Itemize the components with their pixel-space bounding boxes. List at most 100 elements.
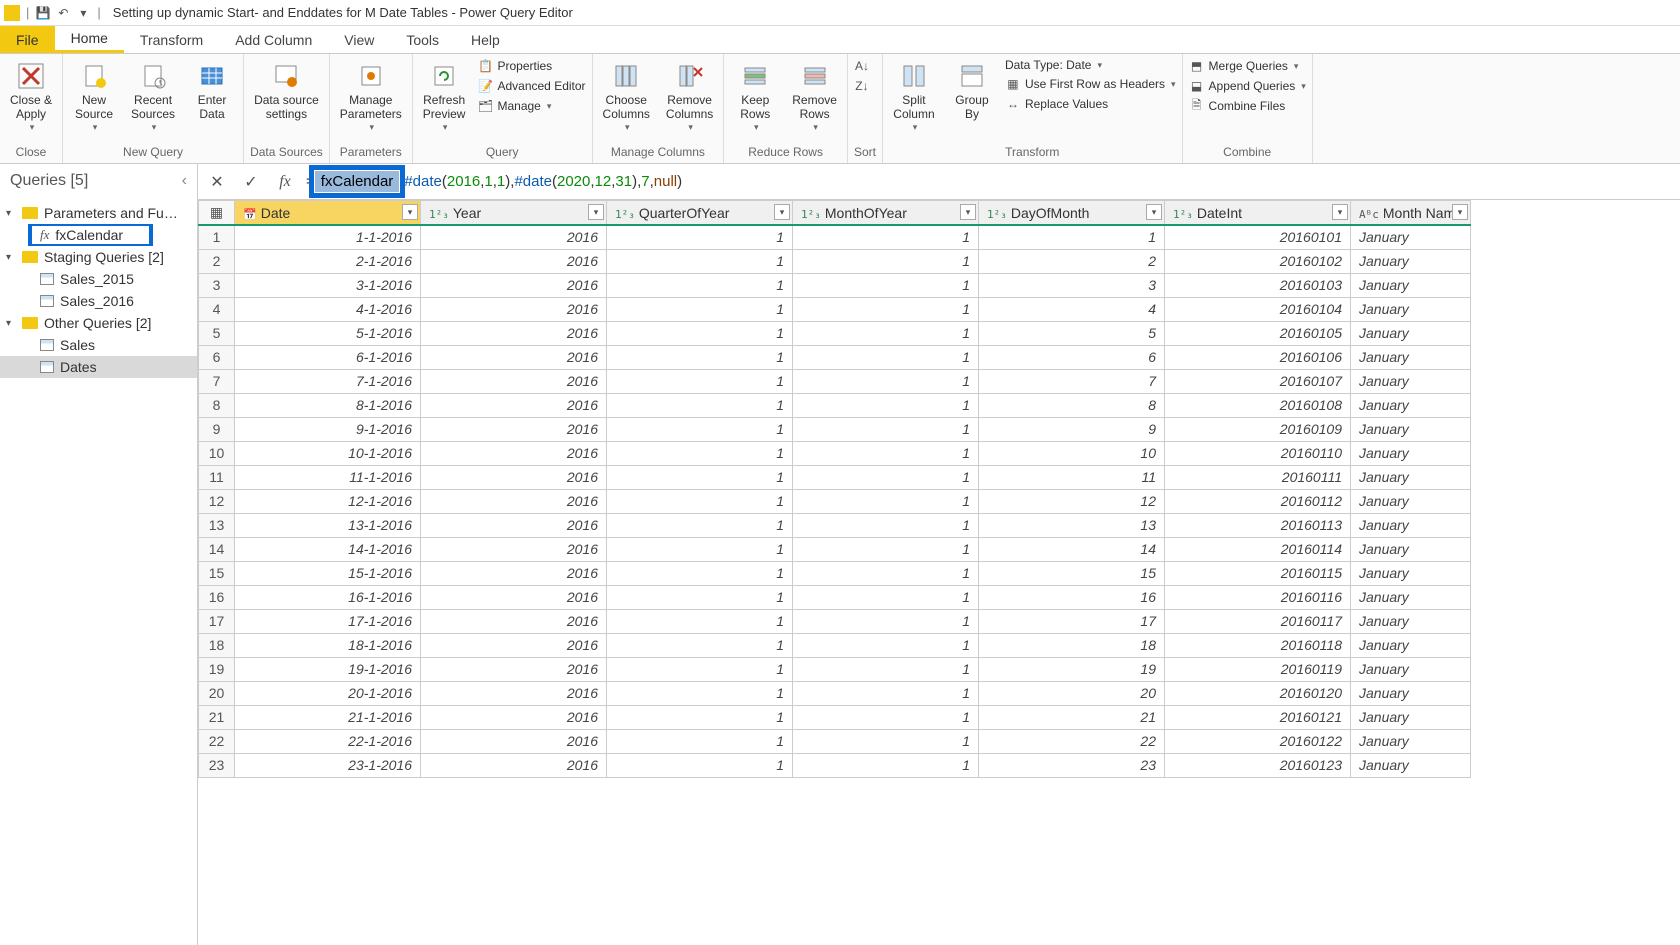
save-icon[interactable]: 💾 <box>35 6 51 20</box>
collapse-panel-icon[interactable]: ‹ <box>182 172 187 190</box>
cell-dateint[interactable]: 20160114 <box>1165 537 1351 561</box>
cancel-formula-button[interactable]: ✕ <box>204 169 230 195</box>
column-header-monthname[interactable]: AᴮcMonth Nam▾ <box>1351 201 1471 226</box>
tree-item-sales[interactable]: Sales <box>0 334 197 356</box>
cell-quarterofyear[interactable]: 1 <box>607 225 793 249</box>
cell-quarterofyear[interactable]: 1 <box>607 561 793 585</box>
cell-date[interactable]: 17-1-2016 <box>235 609 421 633</box>
undo-icon[interactable]: ↶ <box>55 6 71 20</box>
table-row[interactable]: 66-1-2016201611620160106January <box>199 345 1471 369</box>
tree-item-fxcalendar[interactable]: fxfxCalendar <box>0 224 197 246</box>
cell-year[interactable]: 2016 <box>421 633 607 657</box>
cell-dateint[interactable]: 20160118 <box>1165 633 1351 657</box>
enter-data-button[interactable]: Enter Data <box>187 58 237 124</box>
cell-dateint[interactable]: 20160108 <box>1165 393 1351 417</box>
cell-quarterofyear[interactable]: 1 <box>607 609 793 633</box>
cell-date[interactable]: 15-1-2016 <box>235 561 421 585</box>
column-header-dateint[interactable]: 1²₃DateInt▾ <box>1165 201 1351 226</box>
cell-dayofmonth[interactable]: 4 <box>979 297 1165 321</box>
cell-year[interactable]: 2016 <box>421 273 607 297</box>
row-number[interactable]: 1 <box>199 225 235 249</box>
cell-year[interactable]: 2016 <box>421 681 607 705</box>
cell-date[interactable]: 16-1-2016 <box>235 585 421 609</box>
row-number[interactable]: 16 <box>199 585 235 609</box>
table-row[interactable]: 33-1-2016201611320160103January <box>199 273 1471 297</box>
table-row[interactable]: 1818-1-20162016111820160118January <box>199 633 1471 657</box>
table-row[interactable]: 2323-1-20162016112320160123January <box>199 753 1471 777</box>
cell-monthname[interactable]: January <box>1351 753 1471 777</box>
replace-values-button[interactable]: ↔Replace Values <box>1005 96 1176 112</box>
cell-monthname[interactable]: January <box>1351 345 1471 369</box>
cell-monthname[interactable]: January <box>1351 633 1471 657</box>
table-row[interactable]: 1515-1-20162016111520160115January <box>199 561 1471 585</box>
cell-year[interactable]: 2016 <box>421 609 607 633</box>
tab-file[interactable]: File <box>0 26 55 53</box>
cell-dayofmonth[interactable]: 16 <box>979 585 1165 609</box>
cell-dateint[interactable]: 20160113 <box>1165 513 1351 537</box>
cell-monthofyear[interactable]: 1 <box>793 393 979 417</box>
cell-dateint[interactable]: 20160117 <box>1165 609 1351 633</box>
table-row[interactable]: 1111-1-20162016111120160111January <box>199 465 1471 489</box>
append-queries-button[interactable]: ⬓Append Queries▾ <box>1189 78 1306 94</box>
cell-quarterofyear[interactable]: 1 <box>607 489 793 513</box>
table-row[interactable]: 99-1-2016201611920160109January <box>199 417 1471 441</box>
cell-monthname[interactable]: January <box>1351 657 1471 681</box>
cell-dayofmonth[interactable]: 12 <box>979 489 1165 513</box>
cell-monthofyear[interactable]: 1 <box>793 657 979 681</box>
cell-monthname[interactable]: January <box>1351 297 1471 321</box>
keep-rows-button[interactable]: Keep Rows▾ <box>730 58 780 135</box>
refresh-preview-button[interactable]: Refresh Preview▾ <box>419 58 470 135</box>
cell-monthname[interactable]: January <box>1351 585 1471 609</box>
cell-monthname[interactable]: January <box>1351 681 1471 705</box>
cell-monthname[interactable]: January <box>1351 369 1471 393</box>
cell-monthofyear[interactable]: 1 <box>793 273 979 297</box>
cell-monthofyear[interactable]: 1 <box>793 753 979 777</box>
cell-quarterofyear[interactable]: 1 <box>607 417 793 441</box>
filter-dropdown-icon[interactable]: ▾ <box>1452 204 1468 220</box>
cell-dateint[interactable]: 20160110 <box>1165 441 1351 465</box>
cell-date[interactable]: 3-1-2016 <box>235 273 421 297</box>
row-number[interactable]: 13 <box>199 513 235 537</box>
table-row[interactable]: 2222-1-20162016112220160122January <box>199 729 1471 753</box>
cell-year[interactable]: 2016 <box>421 537 607 561</box>
new-source-button[interactable]: New Source▾ <box>69 58 119 135</box>
table-row[interactable]: 1616-1-20162016111620160116January <box>199 585 1471 609</box>
cell-date[interactable]: 13-1-2016 <box>235 513 421 537</box>
cell-dayofmonth[interactable]: 11 <box>979 465 1165 489</box>
cell-dayofmonth[interactable]: 19 <box>979 657 1165 681</box>
sort-asc-button[interactable]: A↓ <box>854 58 870 74</box>
cell-date[interactable]: 8-1-2016 <box>235 393 421 417</box>
cell-date[interactable]: 18-1-2016 <box>235 633 421 657</box>
cell-dayofmonth[interactable]: 21 <box>979 705 1165 729</box>
cell-dayofmonth[interactable]: 20 <box>979 681 1165 705</box>
cell-dateint[interactable]: 20160103 <box>1165 273 1351 297</box>
cell-date[interactable]: 14-1-2016 <box>235 537 421 561</box>
properties-button[interactable]: 📋Properties <box>477 58 585 74</box>
cell-dayofmonth[interactable]: 6 <box>979 345 1165 369</box>
cell-year[interactable]: 2016 <box>421 489 607 513</box>
split-column-button[interactable]: Split Column▾ <box>889 58 939 135</box>
cell-dayofmonth[interactable]: 18 <box>979 633 1165 657</box>
table-row[interactable]: 44-1-2016201611420160104January <box>199 297 1471 321</box>
filter-dropdown-icon[interactable]: ▾ <box>588 204 604 220</box>
cell-dayofmonth[interactable]: 7 <box>979 369 1165 393</box>
cell-monthofyear[interactable]: 1 <box>793 225 979 249</box>
cell-dayofmonth[interactable]: 10 <box>979 441 1165 465</box>
row-number[interactable]: 10 <box>199 441 235 465</box>
cell-quarterofyear[interactable]: 1 <box>607 705 793 729</box>
filter-dropdown-icon[interactable]: ▾ <box>402 204 418 220</box>
table-row[interactable]: 2121-1-20162016112120160121January <box>199 705 1471 729</box>
cell-monthname[interactable]: January <box>1351 489 1471 513</box>
table-row[interactable]: 1414-1-20162016111420160114January <box>199 537 1471 561</box>
cell-monthname[interactable]: January <box>1351 417 1471 441</box>
cell-dayofmonth[interactable]: 23 <box>979 753 1165 777</box>
cell-dateint[interactable]: 20160115 <box>1165 561 1351 585</box>
cell-dateint[interactable]: 20160104 <box>1165 297 1351 321</box>
tab-tools[interactable]: Tools <box>390 26 455 53</box>
tab-home[interactable]: Home <box>55 26 124 53</box>
group-by-button[interactable]: Group By <box>947 58 997 124</box>
tree-group[interactable]: ▾Staging Queries [2] <box>0 246 197 268</box>
cell-monthofyear[interactable]: 1 <box>793 321 979 345</box>
cell-monthofyear[interactable]: 1 <box>793 585 979 609</box>
row-number[interactable]: 7 <box>199 369 235 393</box>
